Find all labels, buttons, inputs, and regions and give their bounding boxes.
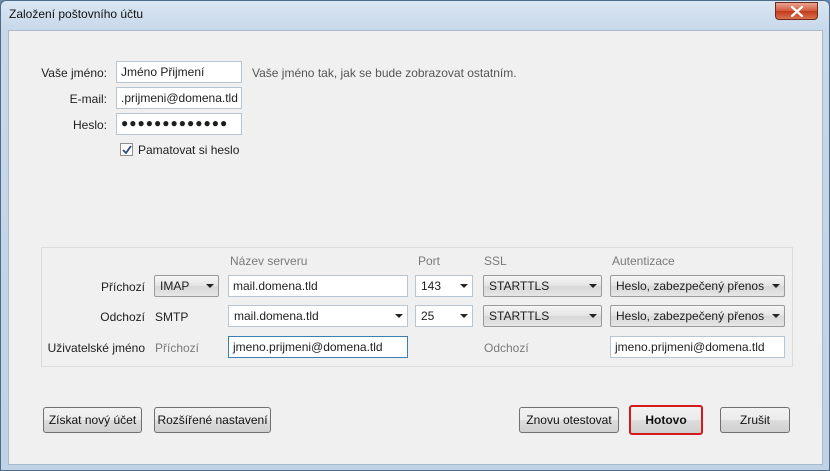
outgoing-auth-value: Heslo, zabezpečený přenos: [616, 309, 765, 323]
dialog-content: Vaše jméno: Jméno Přijmení Vaše jméno ta…: [8, 30, 823, 465]
retest-button[interactable]: Znovu otestovat: [519, 407, 619, 433]
incoming-protocol-value: IMAP: [160, 279, 190, 293]
chevron-down-icon: [206, 284, 214, 288]
incoming-port-value: 143: [421, 279, 442, 293]
server-settings-panel: Název serveru Port SSL Autentizace Přích…: [41, 247, 793, 367]
outgoing-label: Odchozí: [100, 310, 145, 324]
incoming-label: Příchozí: [100, 280, 145, 294]
incoming-auth-select[interactable]: Heslo, zabezpečený přenos: [610, 275, 785, 297]
incoming-port-combo[interactable]: 143: [415, 275, 473, 297]
header-server-name: Název serveru: [230, 254, 308, 268]
chevron-down-icon: [460, 314, 468, 318]
name-hint: Vaše jméno tak, jak se bude zobrazovat o…: [252, 66, 517, 80]
username-outgoing-label: Odchozí: [484, 341, 529, 355]
outgoing-port-combo[interactable]: 25: [415, 305, 473, 327]
outgoing-server-combo[interactable]: mail.domena.tld: [228, 305, 408, 327]
chevron-down-icon: [772, 284, 780, 288]
incoming-ssl-value: STARTTLS: [489, 279, 550, 293]
chevron-down-icon: [395, 314, 403, 318]
close-icon: [790, 6, 804, 17]
name-input[interactable]: Jméno Přijmení: [116, 61, 242, 83]
chevron-down-icon: [589, 314, 597, 318]
dialog-window: Založení poštovního účtu Vaše jméno: Jmé…: [0, 0, 830, 471]
outgoing-port-value: 25: [421, 309, 435, 323]
outgoing-server-value: mail.domena.tld: [234, 309, 319, 323]
remember-password-label[interactable]: Pamatovat si heslo: [138, 143, 239, 157]
incoming-auth-value: Heslo, zabezpečený přenos: [616, 279, 765, 293]
incoming-ssl-select[interactable]: STARTTLS: [483, 275, 602, 297]
password-input[interactable]: ●●●●●●●●●●●●●: [116, 113, 242, 135]
chevron-down-icon: [772, 314, 780, 318]
close-window-button[interactable]: [775, 2, 818, 20]
remember-password-checkbox[interactable]: [120, 143, 133, 156]
email-label: E-mail:: [69, 92, 107, 106]
username-label: Uživatelské jméno: [47, 341, 145, 355]
outgoing-auth-select[interactable]: Heslo, zabezpečený přenos: [610, 305, 785, 327]
outgoing-username-input[interactable]: jmeno.prijmeni@domena.tld: [610, 336, 785, 358]
advanced-settings-button[interactable]: Rozšířené nastavení: [154, 407, 271, 433]
name-label: Vaše jméno:: [41, 66, 107, 80]
cancel-button[interactable]: Zrušit: [720, 407, 790, 433]
incoming-protocol-select[interactable]: IMAP: [154, 275, 219, 297]
outgoing-protocol: SMTP: [155, 310, 189, 324]
username-incoming-label: Příchozí: [155, 341, 200, 355]
header-port: Port: [418, 254, 441, 268]
outgoing-ssl-select[interactable]: STARTTLS: [483, 305, 602, 327]
outgoing-ssl-value: STARTTLS: [489, 309, 550, 323]
chevron-down-icon: [589, 284, 597, 288]
header-auth: Autentizace: [612, 254, 675, 268]
incoming-server-input[interactable]: mail.domena.tld: [228, 275, 408, 297]
title-bar[interactable]: Založení poštovního účtu: [1, 1, 829, 31]
password-label: Heslo:: [72, 118, 107, 132]
get-new-account-button[interactable]: Získat nový účet: [43, 407, 142, 433]
checkmark-icon: [122, 145, 132, 155]
email-input[interactable]: .prijmeni@domena.tld: [116, 87, 242, 109]
chevron-down-icon: [460, 284, 468, 288]
incoming-username-input[interactable]: jmeno.prijmeni@domena.tld: [228, 336, 408, 358]
window-title: Založení poštovního účtu: [9, 7, 144, 21]
header-ssl: SSL: [484, 254, 507, 268]
done-button[interactable]: Hotovo: [629, 405, 703, 435]
